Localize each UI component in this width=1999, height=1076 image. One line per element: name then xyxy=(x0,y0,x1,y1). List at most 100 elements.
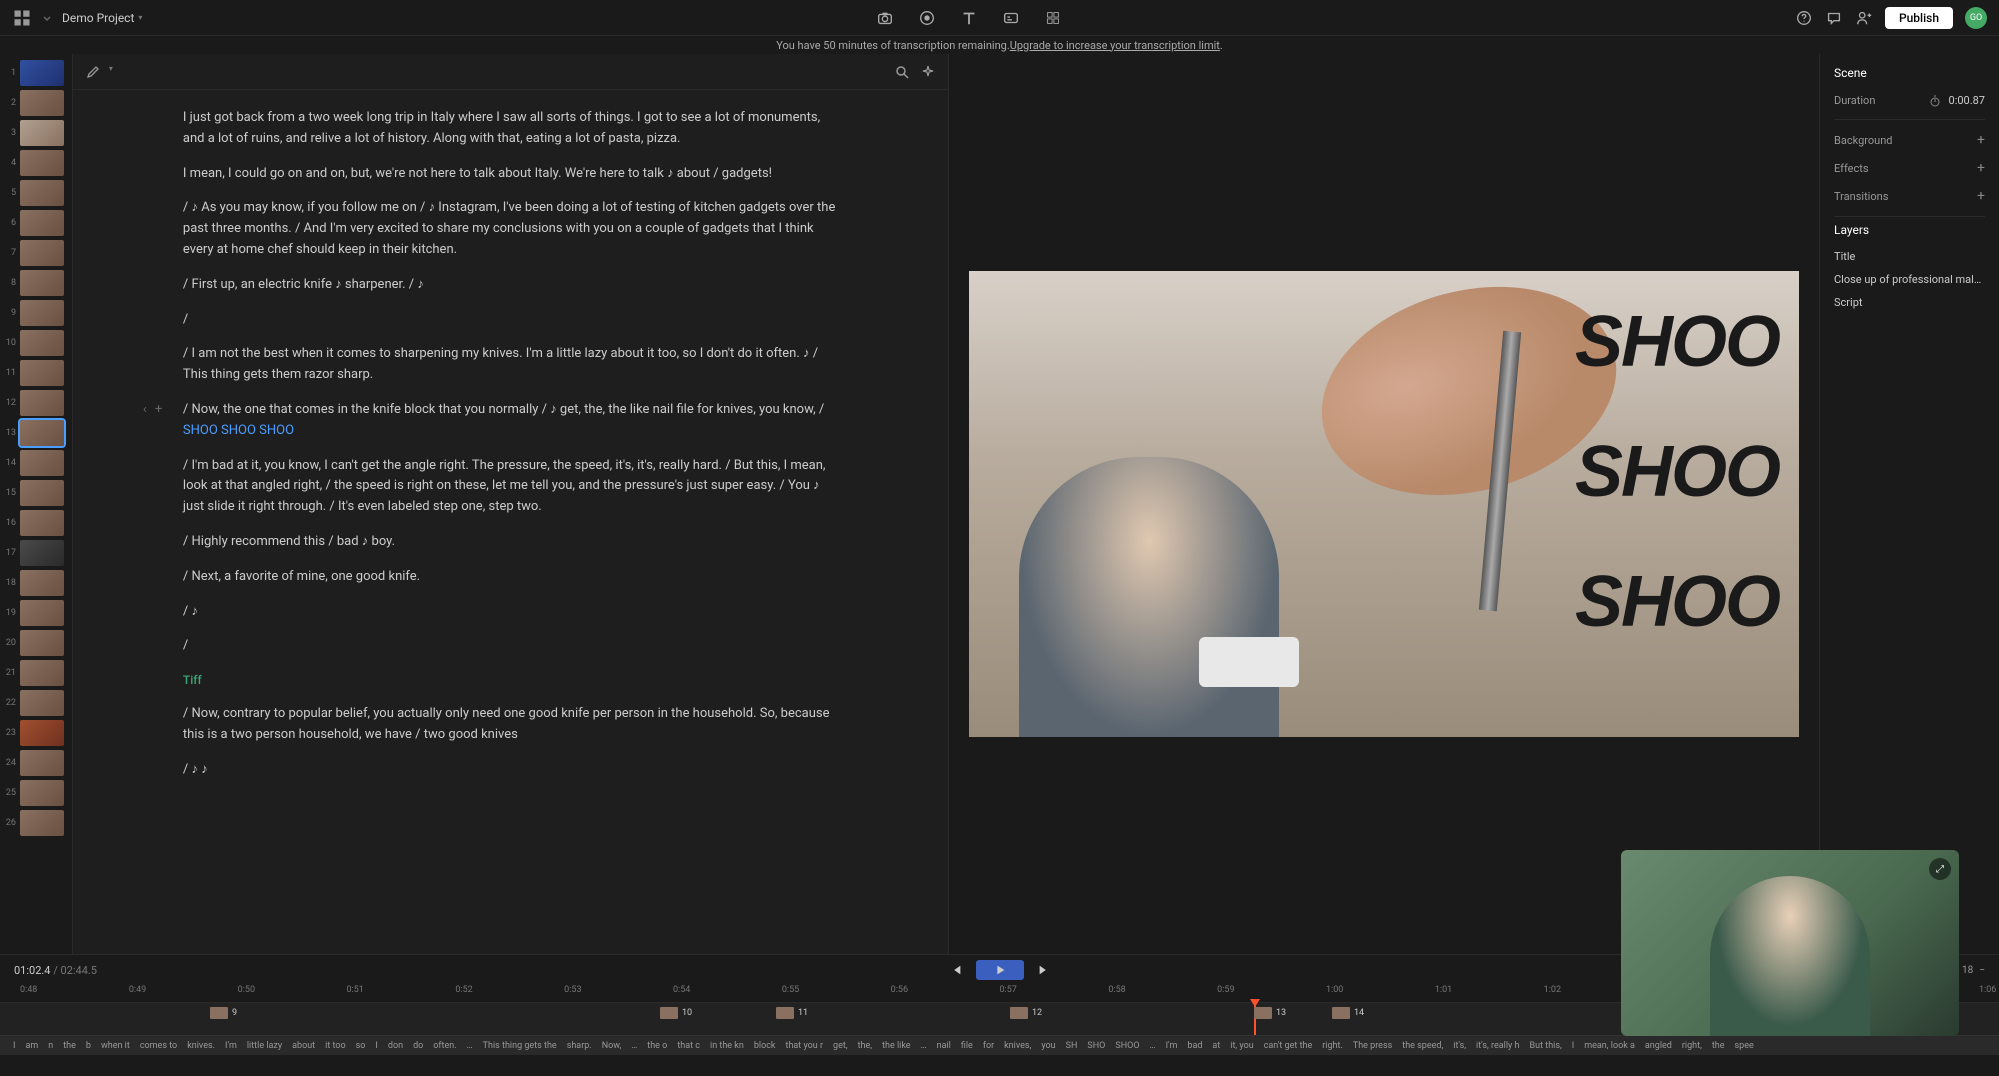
layer-item[interactable]: Script xyxy=(1834,291,1985,314)
zoom-reset-icon[interactable]: − xyxy=(1979,965,1985,976)
grid-icon[interactable] xyxy=(1044,9,1062,27)
transcript-body[interactable]: I just got back from a two week long tri… xyxy=(73,90,948,954)
avatar[interactable]: GO xyxy=(1965,7,1987,29)
transcript-paragraph[interactable]: / Highly recommend this / bad ♪ boy. xyxy=(183,532,838,553)
scene-thumbnail[interactable]: 5 xyxy=(2,180,70,206)
transcript-paragraph[interactable]: / ♪ ♪ xyxy=(183,760,838,781)
timeline-word[interactable]: about xyxy=(289,1040,318,1052)
expand-icon[interactable]: ⤢ xyxy=(1929,858,1951,880)
comment-icon[interactable] xyxy=(1825,9,1843,27)
timeline-word[interactable]: file xyxy=(958,1040,976,1052)
timeline-word[interactable]: that c xyxy=(674,1040,703,1052)
timeline-word[interactable]: I'm xyxy=(222,1040,240,1052)
timeline-word[interactable]: spee xyxy=(1732,1040,1757,1052)
clip-marker[interactable]: 14 xyxy=(1332,1007,1364,1019)
timeline-word[interactable]: it's, xyxy=(1450,1040,1469,1052)
timeline-word[interactable]: when it xyxy=(98,1040,133,1052)
scene-thumbnail[interactable]: 17 xyxy=(2,540,70,566)
scene-thumbnail[interactable]: 19 xyxy=(2,600,70,626)
text-icon[interactable] xyxy=(960,9,978,27)
transcript-paragraph[interactable]: I just got back from a two week long tri… xyxy=(183,108,838,150)
search-icon[interactable] xyxy=(894,64,910,80)
timeline-word[interactable]: But this, xyxy=(1527,1040,1565,1052)
scene-thumbnail[interactable]: 2 xyxy=(2,90,70,116)
timeline-word[interactable]: b xyxy=(83,1040,94,1052)
scene-thumbnail[interactable]: 6 xyxy=(2,210,70,236)
plus-icon[interactable]: + xyxy=(1977,188,1985,204)
skip-forward-button[interactable] xyxy=(1032,960,1056,980)
scene-thumbnail[interactable]: 3 xyxy=(2,120,70,146)
main-menu-icon[interactable] xyxy=(12,8,32,28)
timeline-word[interactable]: SHOO xyxy=(1112,1040,1142,1052)
scene-thumbnail[interactable]: 15 xyxy=(2,480,70,506)
scene-thumbnail[interactable]: 13 xyxy=(2,420,70,446)
timeline-word[interactable]: the speed, xyxy=(1399,1040,1446,1052)
scene-thumbnail[interactable]: 24 xyxy=(2,750,70,776)
timeline-word[interactable]: sharp. xyxy=(564,1040,595,1052)
timeline-word[interactable]: so xyxy=(353,1040,369,1052)
scene-thumbnail[interactable]: 14 xyxy=(2,450,70,476)
scene-thumbnails[interactable]: 1234567891011121314151617181920212223242… xyxy=(0,54,72,954)
timeline-word[interactable]: knives. xyxy=(184,1040,218,1052)
scene-thumbnail[interactable]: 25 xyxy=(2,780,70,806)
scene-thumbnail[interactable]: 8 xyxy=(2,270,70,296)
add-user-icon[interactable] xyxy=(1855,9,1873,27)
clip-marker[interactable]: 13 xyxy=(1254,1007,1286,1019)
skip-back-button[interactable] xyxy=(944,960,968,980)
timeline-word[interactable]: for xyxy=(980,1040,997,1052)
timeline-word[interactable]: it too xyxy=(322,1040,349,1052)
timeline-word[interactable]: right, xyxy=(1679,1040,1705,1052)
timeline-word[interactable]: SHO xyxy=(1084,1040,1108,1052)
chevron-down-icon[interactable]: ▾ xyxy=(109,64,113,80)
timeline-word[interactable]: the xyxy=(60,1040,79,1052)
timeline-word[interactable]: comes to xyxy=(137,1040,180,1052)
timeline-word[interactable]: it's, really h xyxy=(1473,1040,1522,1052)
timeline-word[interactable]: the o xyxy=(644,1040,670,1052)
timeline-word[interactable]: I xyxy=(372,1040,380,1052)
play-button[interactable] xyxy=(976,960,1024,980)
scene-thumbnail[interactable]: 9 xyxy=(2,300,70,326)
timeline-word[interactable]: This thing gets the xyxy=(480,1040,560,1052)
timeline-word[interactable]: I'm xyxy=(1163,1040,1181,1052)
edit-icon[interactable] xyxy=(85,64,101,80)
plus-icon[interactable]: + xyxy=(1977,132,1985,148)
transcript-paragraph[interactable]: / I am not the best when it comes to sha… xyxy=(183,344,838,386)
timeline-word[interactable]: get, xyxy=(830,1040,851,1052)
timeline-word[interactable]: angled xyxy=(1642,1040,1675,1052)
timeline-word[interactable]: bad xyxy=(1184,1040,1205,1052)
timeline-word[interactable]: nail xyxy=(934,1040,954,1052)
stopwatch-icon[interactable] xyxy=(1929,95,1941,107)
transcript-paragraph[interactable]: / Next, a favorite of mine, one good kni… xyxy=(183,567,838,588)
timeline-word[interactable]: I xyxy=(1569,1040,1577,1052)
dropdown-chevron-icon[interactable] xyxy=(42,8,52,28)
scene-thumbnail[interactable]: 22 xyxy=(2,690,70,716)
transcript-paragraph[interactable]: I mean, I could go on and on, but, we're… xyxy=(183,164,838,185)
scene-thumbnail[interactable]: 11 xyxy=(2,360,70,386)
transcript-paragraph[interactable]: / xyxy=(183,636,838,657)
timeline-word[interactable]: n xyxy=(45,1040,56,1052)
clip-marker[interactable]: 12 xyxy=(1010,1007,1042,1019)
plus-icon[interactable]: + xyxy=(1977,160,1985,176)
timeline-word[interactable]: right. xyxy=(1319,1040,1346,1052)
layer-item[interactable]: Title xyxy=(1834,245,1985,268)
clip-marker[interactable]: 11 xyxy=(776,1007,808,1019)
upgrade-link[interactable]: Upgrade to increase your transcription l… xyxy=(1010,39,1220,52)
timeline-word[interactable]: you xyxy=(1038,1040,1058,1052)
timeline-word[interactable]: the, xyxy=(855,1040,875,1052)
record-icon[interactable] xyxy=(918,9,936,27)
timeline-word[interactable]: do xyxy=(410,1040,426,1052)
timeline-word[interactable]: it, you xyxy=(1227,1040,1256,1052)
timeline-word[interactable]: Now, xyxy=(599,1040,625,1052)
transcript-paragraph[interactable]: ‹+ / Now, the one that comes in the knif… xyxy=(183,400,838,442)
timeline-word[interactable]: in the kn xyxy=(707,1040,747,1052)
scene-thumbnail[interactable]: 1 xyxy=(2,60,70,86)
add-icon[interactable]: + xyxy=(155,400,162,421)
scene-thumbnail[interactable]: 12 xyxy=(2,390,70,416)
timeline-word[interactable]: … xyxy=(464,1040,476,1052)
timeline-word[interactable]: the xyxy=(1709,1040,1728,1052)
scene-thumbnail[interactable]: 7 xyxy=(2,240,70,266)
transcript-paragraph[interactable]: / ♪ As you may know, if you follow me on… xyxy=(183,198,838,260)
layer-item[interactable]: Close up of professional male ... xyxy=(1834,268,1985,291)
webcam-pip[interactable]: ⤢ xyxy=(1621,850,1959,1036)
scene-thumbnail[interactable]: 18 xyxy=(2,570,70,596)
